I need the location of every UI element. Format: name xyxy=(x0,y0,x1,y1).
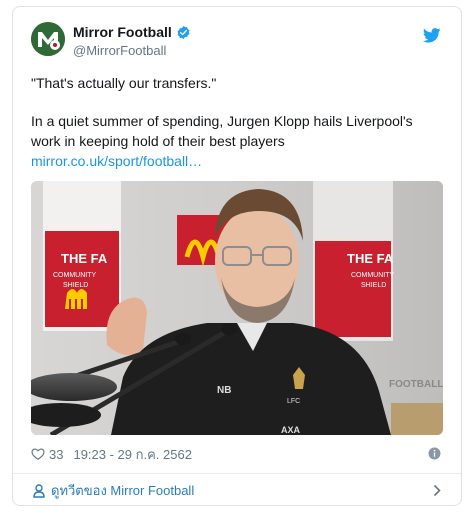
person-icon xyxy=(33,483,45,498)
shirt-text-lfc: LFC xyxy=(287,398,300,405)
tweet-meta: 33 19:23 - 29 ก.ค. 2562 xyxy=(31,445,445,463)
display-name[interactable]: Mirror Football xyxy=(73,24,172,40)
backdrop-text-community: COMMUNITY xyxy=(53,272,96,279)
shirt-text-axa: AXA xyxy=(281,425,301,435)
backdrop-text-fa: THE FA xyxy=(61,251,108,266)
account-handle[interactable]: @MirrorFootball xyxy=(73,43,191,58)
verified-badge-icon xyxy=(176,25,191,40)
backdrop-text-shield: SHIELD xyxy=(63,282,88,289)
view-profile-label: ดูทวีตของ Mirror Football xyxy=(51,483,195,498)
tweet-timestamp[interactable]: 19:23 - 29 ก.ค. 2562 xyxy=(73,444,191,465)
chevron-right-icon xyxy=(433,484,441,497)
like-count[interactable]: 33 xyxy=(49,447,63,462)
tweet-text: "That's actually our transfers." In a qu… xyxy=(31,73,443,171)
embedded-tweet-card: Mirror Football @MirrorFootball "That's … xyxy=(12,6,462,506)
backdrop-text-football: FOOTBALL xyxy=(389,379,443,390)
twitter-bird-icon[interactable] xyxy=(422,28,441,43)
svg-text:COMMUNITY: COMMUNITY xyxy=(351,272,394,279)
view-profile-link[interactable]: ดูทวีตของ Mirror Football xyxy=(13,474,461,505)
heart-icon[interactable] xyxy=(31,447,45,461)
info-icon[interactable] xyxy=(428,447,441,460)
article-link[interactable]: mirror.co.uk/sport/football… xyxy=(31,151,443,171)
tweet-quote: "That's actually our transfers." xyxy=(31,75,217,91)
tweet-photo[interactable]: THE FA COMMUNITY SHIELD THE FA COMMUNITY… xyxy=(31,181,443,435)
account-names: Mirror Football @MirrorFootball xyxy=(73,23,191,58)
svg-text:SHIELD: SHIELD xyxy=(361,282,386,289)
svg-text:NB: NB xyxy=(217,385,231,396)
tweet-body: In a quiet summer of spending, Jurgen Kl… xyxy=(31,113,413,149)
avatar[interactable] xyxy=(31,22,65,56)
tweet-header: Mirror Football @MirrorFootball xyxy=(31,22,445,60)
svg-text:THE FA: THE FA xyxy=(347,251,394,266)
